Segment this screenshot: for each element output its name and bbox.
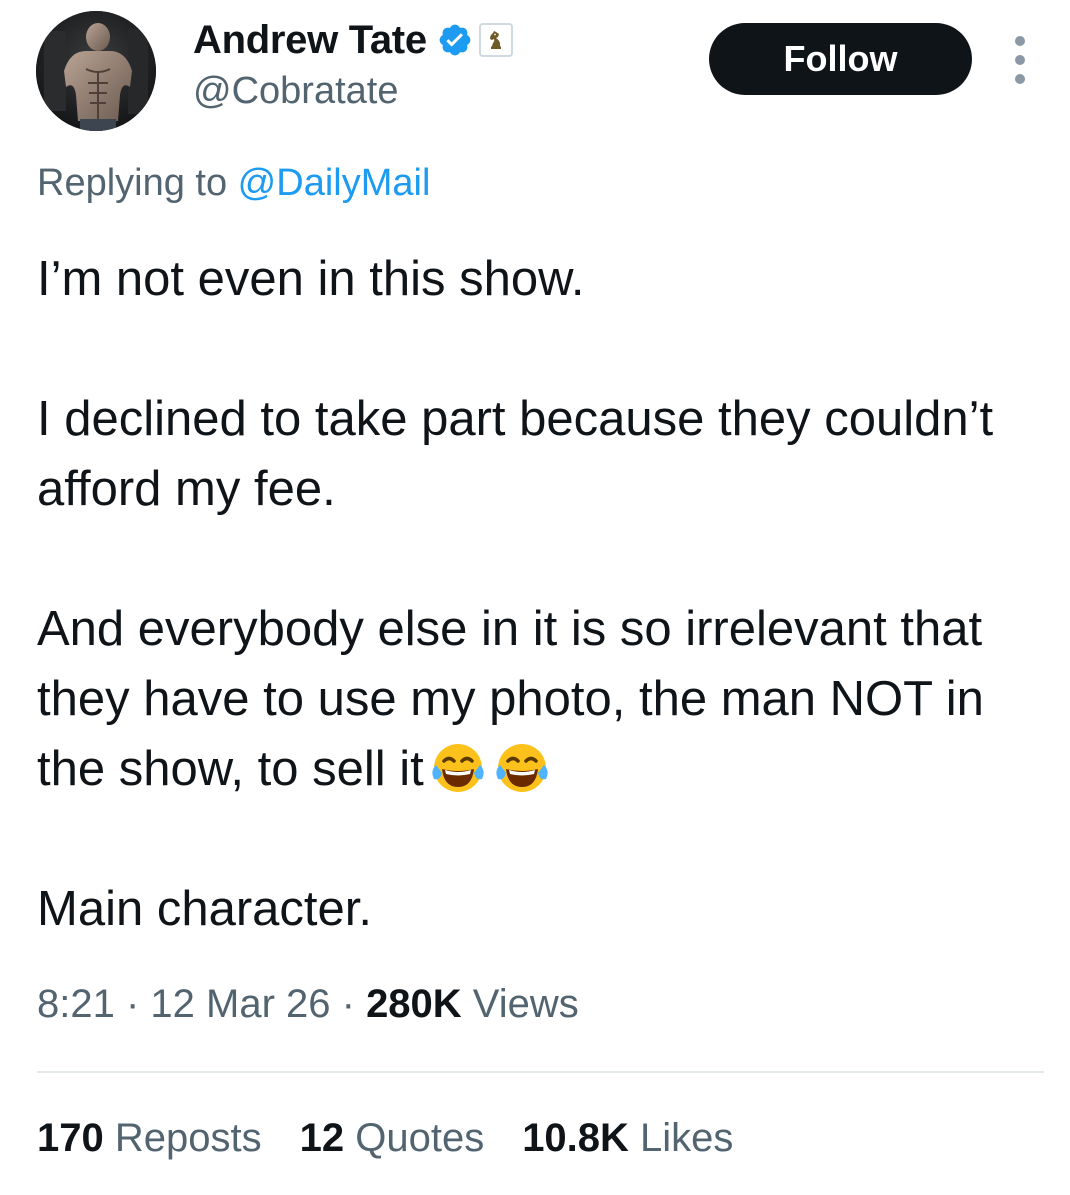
quotes-stat[interactable]: 12 Quotes bbox=[300, 1116, 485, 1161]
chess-knight-icon[interactable] bbox=[478, 23, 513, 57]
likes-count: 10.8K bbox=[522, 1116, 629, 1160]
follow-button[interactable]: Follow bbox=[709, 23, 972, 95]
more-dot bbox=[1015, 36, 1025, 46]
views-label: Views bbox=[461, 982, 579, 1026]
author-handle[interactable]: @Cobratate bbox=[193, 70, 398, 113]
likes-stat[interactable]: 10.8K Likes bbox=[522, 1116, 733, 1161]
more-dot bbox=[1015, 74, 1025, 84]
quotes-label: Quotes bbox=[344, 1116, 485, 1160]
author-display-name[interactable]: Andrew Tate bbox=[193, 18, 427, 63]
author-name-row: Andrew Tate bbox=[193, 16, 513, 64]
tweet-paragraph: I declined to take part because they cou… bbox=[37, 392, 994, 516]
reposts-count: 170 bbox=[37, 1116, 104, 1160]
tweet-meta: 8:21 · 12 Mar 26 · 280K Views bbox=[37, 982, 579, 1027]
meta-separator: · bbox=[114, 982, 151, 1026]
more-vertical-icon[interactable] bbox=[1006, 36, 1034, 84]
replying-to-prefix: Replying to bbox=[37, 162, 238, 204]
reposts-stat[interactable]: 170 Reposts bbox=[37, 1116, 262, 1161]
tweet-paragraph: I’m not even in this show. bbox=[37, 252, 585, 306]
tweet-paragraph: Main character. bbox=[37, 882, 372, 936]
verified-badge-icon[interactable] bbox=[437, 22, 473, 58]
replying-to-line: Replying to @DailyMail bbox=[37, 162, 430, 205]
avatar[interactable] bbox=[36, 11, 156, 131]
views-count: 280K bbox=[366, 982, 462, 1026]
quotes-count: 12 bbox=[299, 1116, 345, 1160]
divider bbox=[37, 1071, 1044, 1073]
tweet-paragraph-with-emoji: And everybody else in it is so irrelevan… bbox=[37, 594, 1047, 804]
meta-separator: · bbox=[330, 982, 367, 1026]
face-with-tears-of-joy-icon bbox=[492, 737, 552, 797]
tweet-date[interactable]: 12 Mar 26 bbox=[150, 982, 330, 1026]
reply-mention-link[interactable]: @DailyMail bbox=[238, 162, 431, 204]
more-dot bbox=[1015, 55, 1025, 65]
face-with-tears-of-joy-icon bbox=[428, 737, 488, 797]
reposts-label: Reposts bbox=[103, 1116, 262, 1160]
engagement-stats: 170 Reposts 12 Quotes 10.8K Likes bbox=[37, 1116, 771, 1161]
tweet-time[interactable]: 8:21 bbox=[37, 982, 115, 1026]
tweet-text: I’m not even in this show. I declined to… bbox=[37, 244, 1047, 944]
likes-label: Likes bbox=[628, 1116, 734, 1160]
